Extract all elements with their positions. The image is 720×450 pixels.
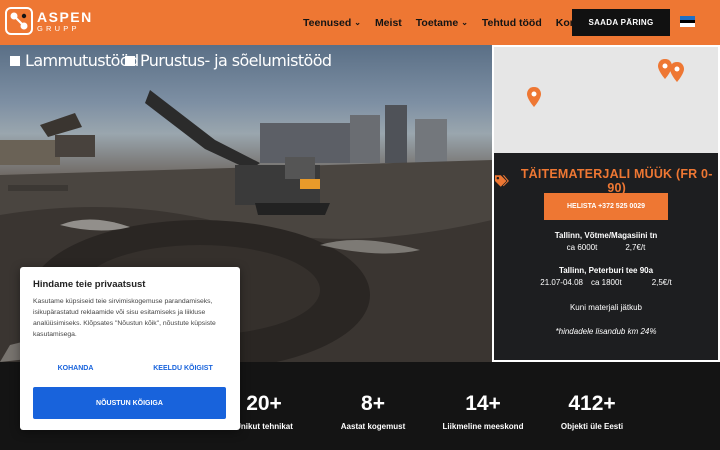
sale-title-text: TÄITEMATERJALI MÜÜK (FR 0-90) — [520, 167, 713, 195]
stat-value: 14+ — [465, 392, 501, 415]
category-crushing[interactable]: Purustus- ja sõelumistööd — [125, 51, 332, 70]
location-price: 2,7€/t — [625, 243, 646, 252]
map-markers — [527, 59, 684, 107]
estonian-flag-icon[interactable] — [680, 16, 695, 28]
category-demolition[interactable]: Lammutustööd — [10, 51, 139, 70]
logo-name: ASPEN — [37, 8, 93, 25]
stat-value: 412+ — [568, 392, 616, 415]
availability-note: Kuni materjali jätkub — [569, 303, 643, 312]
main-nav: Teenused ⌄ Meist Toetame ⌄ Tehtud tööd K… — [303, 0, 609, 45]
customize-button[interactable]: KOHANDA — [33, 359, 118, 377]
checkbox-icon — [125, 55, 135, 66]
location-name: Tallinn, Peterburi tee 90a — [558, 266, 654, 275]
cookie-title: Hindame teie privaatsust — [33, 279, 146, 290]
location-dates: 21.07-04.08 — [540, 278, 583, 287]
logo[interactable]: ASPEN GRUPP — [5, 7, 93, 35]
side-panel: TÄITEMATERJALI MÜÜK (FR 0-90) HELISTA +3… — [492, 45, 720, 362]
location-name: Tallinn, Võtme/Magasiini tn — [554, 231, 658, 240]
site-header: ASPEN GRUPP Teenused ⌄ Meist Toetame ⌄ T… — [0, 0, 720, 45]
stat-label: Objekti üle Eesti — [560, 422, 624, 431]
checkbox-icon — [10, 55, 20, 66]
nav-item-meist[interactable]: Meist — [375, 17, 402, 29]
location-price: 2,5€/t — [651, 278, 672, 287]
location-amount: ca 1800t — [590, 278, 622, 287]
location-item: Tallinn, Võtme/Magasiini tn ca 6000t 2,7… — [494, 231, 718, 252]
location-item: Tallinn, Peterburi tee 90a 21.07-04.08 c… — [494, 266, 718, 287]
stat-item: 412+ Objekti üle Eesti — [537, 392, 647, 431]
nav-label: Tehtud tööd — [481, 16, 542, 29]
nav-label: Teenused — [303, 16, 352, 29]
stat-label: Aastat kogemust — [340, 422, 406, 431]
accept-all-button[interactable]: NÕUSTUN KÕIGIGA — [33, 387, 226, 419]
chevron-down-icon: ⌄ — [461, 18, 468, 27]
map-pin-icon[interactable] — [658, 59, 672, 79]
map-pin-icon[interactable] — [670, 62, 684, 82]
sale-title: TÄITEMATERJALI MÜÜK (FR 0-90) — [494, 167, 718, 195]
logo-subtitle: GRUPP — [37, 23, 80, 33]
nav-item-toetame[interactable]: Toetame ⌄ — [416, 17, 468, 29]
stat-item: 8+ Aastat kogemust — [318, 392, 428, 431]
vat-note: *hindadele lisandub km 24% — [555, 327, 657, 336]
stat-value: 8+ — [361, 392, 385, 415]
reject-all-button[interactable]: KEELDU KÕIGIST — [138, 359, 228, 377]
stat-label: Liikmeline meeskond — [442, 422, 524, 431]
location-amount: ca 6000t — [566, 243, 598, 252]
send-inquiry-button[interactable]: SAADA PÄRING — [572, 9, 670, 36]
location-map[interactable] — [494, 47, 718, 153]
tags-icon — [494, 175, 509, 187]
category-label: Lammutustööd — [25, 51, 139, 70]
cookie-consent-dialog: Hindame teie privaatsust Kasutame küpsis… — [20, 267, 240, 430]
aspen-logo-icon — [5, 7, 33, 35]
chevron-down-icon: ⌄ — [354, 18, 361, 27]
nav-label: Toetame — [415, 16, 459, 29]
call-button[interactable]: HELISTA +372 525 0029 — [544, 193, 668, 220]
stat-item: 14+ Liikmeline meeskond — [428, 392, 538, 431]
nav-label: Meist — [374, 16, 402, 29]
category-label: Purustus- ja sõelumistööd — [140, 51, 332, 70]
nav-item-teenused[interactable]: Teenused ⌄ — [303, 17, 361, 29]
fill-material-sale-box: TÄITEMATERJALI MÜÜK (FR 0-90) HELISTA +3… — [494, 153, 718, 360]
map-pin-icon[interactable] — [527, 87, 541, 107]
cookie-description: Kasutame küpsiseid teie sirvimiskogemuse… — [33, 298, 216, 338]
nav-item-tehtud-tood[interactable]: Tehtud tööd — [482, 17, 542, 29]
